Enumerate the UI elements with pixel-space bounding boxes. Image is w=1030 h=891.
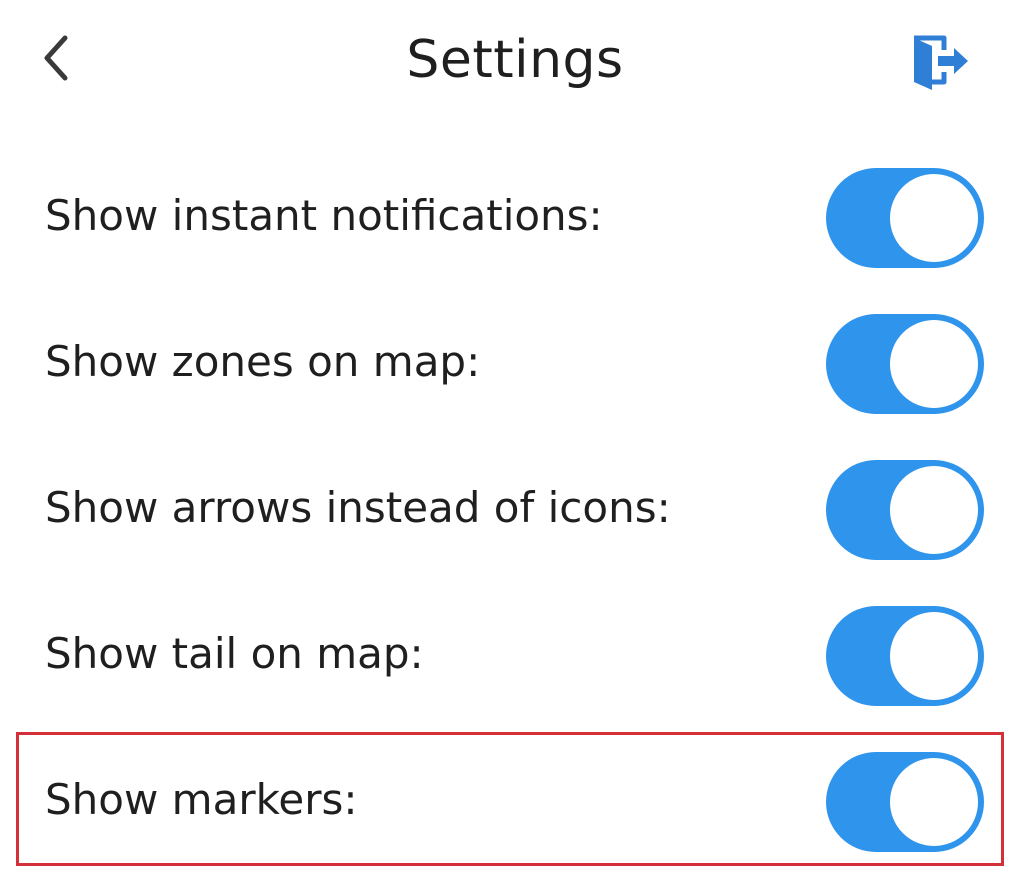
setting-row-tail-on-map: Show tail on map:: [0, 606, 1030, 706]
setting-label: Show arrows instead of icons:: [45, 483, 671, 532]
page-title: Settings: [406, 30, 624, 90]
toggle-knob: [890, 612, 978, 700]
chevron-left-icon: [44, 35, 68, 81]
zones-on-map-toggle[interactable]: [826, 314, 984, 414]
app-header: Settings: [0, 0, 1030, 125]
logout-button[interactable]: [900, 26, 980, 96]
toggle-knob: [890, 758, 978, 846]
setting-row-markers: Show markers:: [0, 752, 1030, 852]
back-button[interactable]: [28, 28, 84, 88]
instant-notifications-toggle[interactable]: [826, 168, 984, 268]
toggle-knob: [890, 320, 978, 408]
setting-row-instant-notifications: Show instant notifications:: [0, 168, 1030, 268]
setting-label: Show markers:: [45, 775, 358, 824]
setting-label: Show tail on map:: [45, 629, 424, 678]
markers-toggle[interactable]: [826, 752, 984, 852]
setting-row-zones-on-map: Show zones on map:: [0, 314, 1030, 414]
setting-label: Show instant notifications:: [45, 191, 603, 240]
toggle-knob: [890, 466, 978, 554]
toggle-knob: [890, 174, 978, 262]
logout-icon: [914, 35, 968, 90]
setting-row-arrows-instead-of-icons: Show arrows instead of icons:: [0, 460, 1030, 560]
setting-label: Show zones on map:: [45, 337, 481, 386]
arrows-instead-of-icons-toggle[interactable]: [826, 460, 984, 560]
tail-on-map-toggle[interactable]: [826, 606, 984, 706]
